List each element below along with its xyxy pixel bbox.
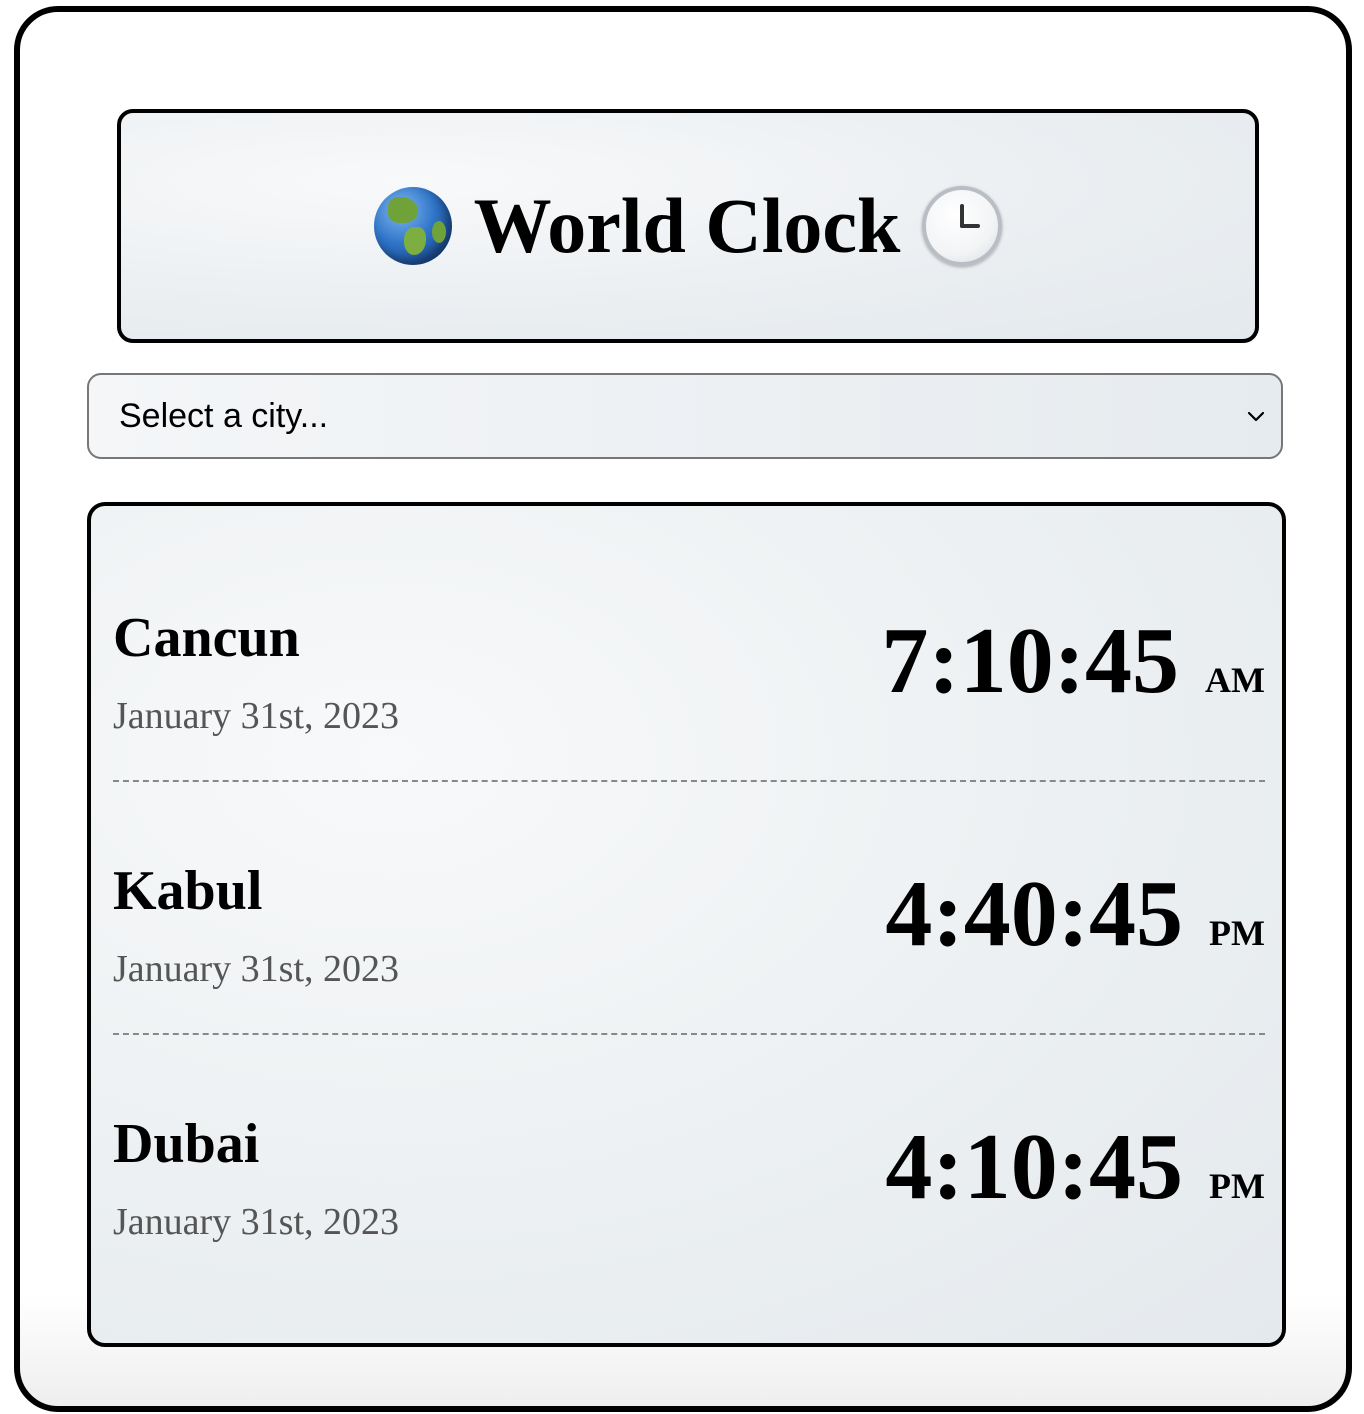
time-ampm: PM [1209, 1166, 1265, 1206]
city-row: Dubai January 31st, 2023 4:10:45 PM [113, 1012, 1265, 1265]
page-title: World Clock [473, 182, 901, 269]
city-time: 7:10:45 AM [881, 614, 1265, 708]
city-time: 4:10:45 PM [885, 1120, 1265, 1214]
city-list: Cancun January 31st, 2023 7:10:45 AM Kab… [87, 502, 1286, 1347]
globe-americas-icon [373, 187, 452, 265]
time-ampm: AM [1205, 660, 1265, 700]
app-container: World Clock Select a city... Cancun Janu… [14, 6, 1352, 1412]
time-value: 4:10:45 [885, 1115, 1184, 1219]
time-ampm: PM [1209, 913, 1265, 953]
city-date: January 31st, 2023 [113, 1201, 400, 1243]
city-select-value: Select a city... [119, 396, 329, 435]
city-date: January 31st, 2023 [113, 695, 400, 737]
time-value: 4:40:45 [885, 862, 1184, 966]
city-select[interactable]: Select a city... [87, 373, 1283, 459]
clock-three-icon [922, 186, 1003, 266]
chevron-down-icon [1247, 411, 1265, 422]
city-time: 4:40:45 PM [885, 867, 1265, 961]
city-name: Dubai [113, 1113, 260, 1175]
city-row: Kabul January 31st, 2023 4:40:45 PM [113, 759, 1265, 1012]
header-panel: World Clock [117, 109, 1259, 343]
title-row: World Clock [373, 182, 1003, 269]
city-row: Cancun January 31st, 2023 7:10:45 AM [113, 506, 1265, 759]
city-name: Cancun [113, 607, 300, 669]
city-name: Kabul [113, 860, 263, 922]
time-value: 7:10:45 [881, 609, 1180, 713]
city-date: January 31st, 2023 [113, 948, 400, 990]
